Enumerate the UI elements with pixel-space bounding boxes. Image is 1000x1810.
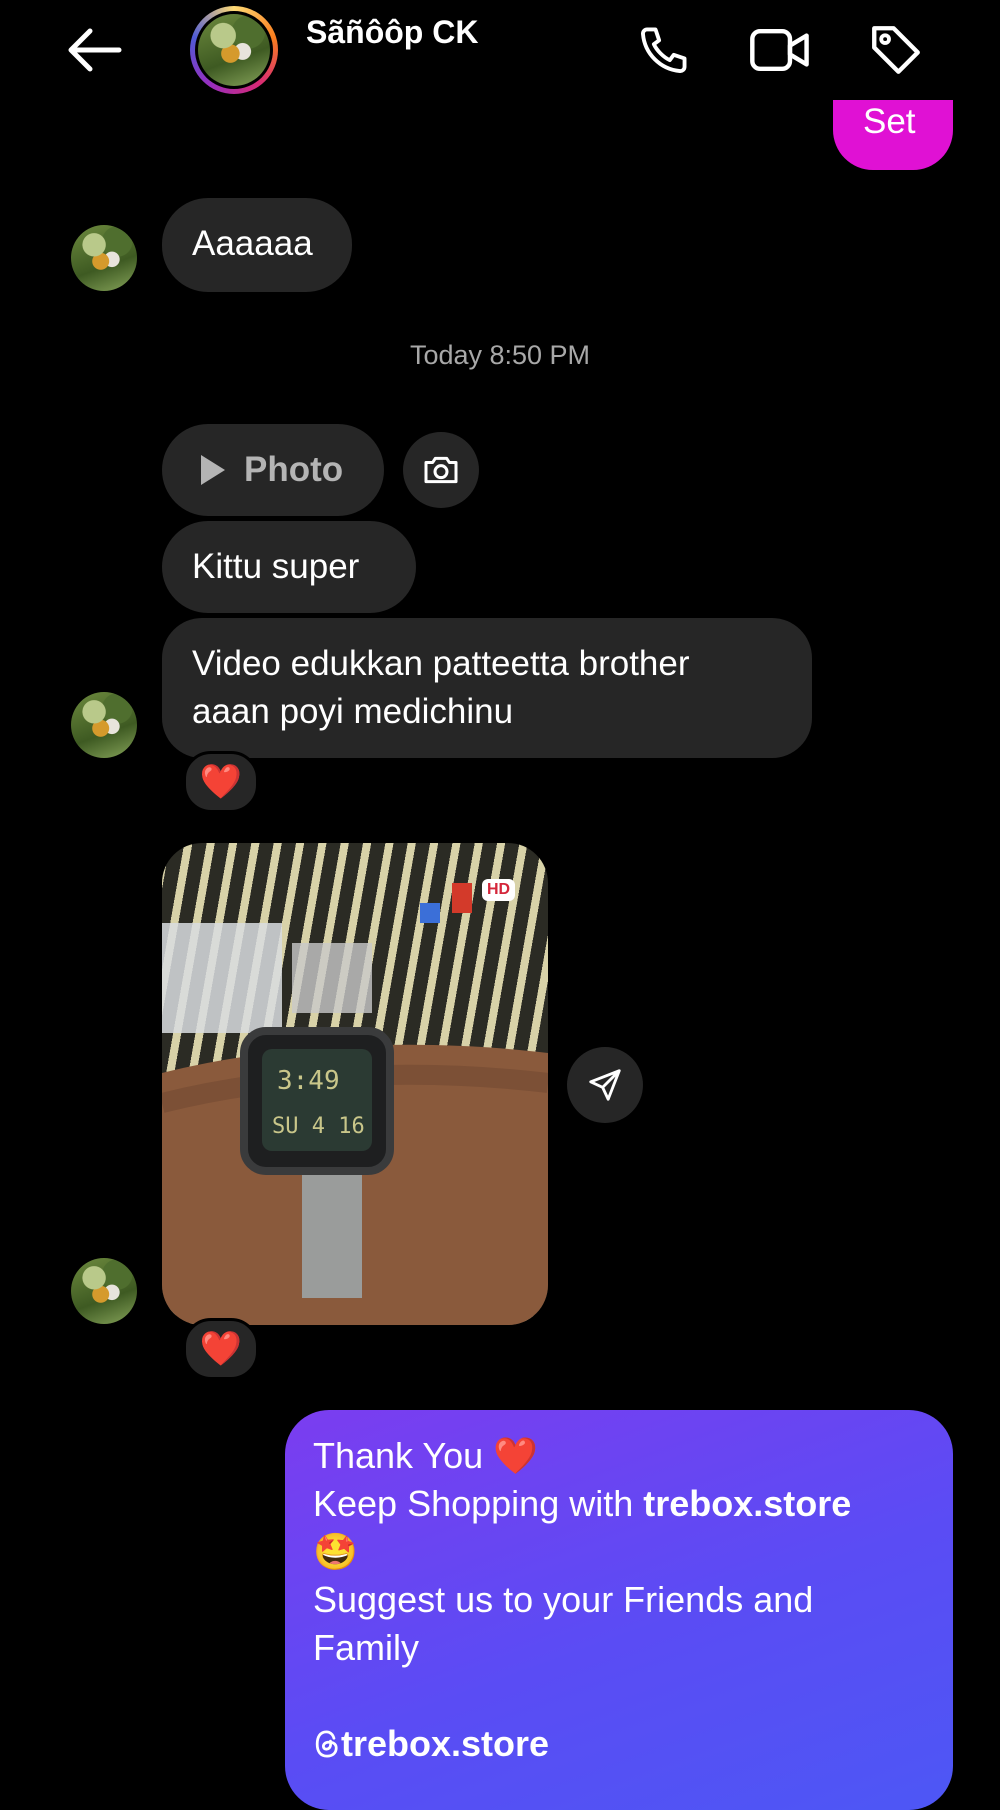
received-message[interactable]: Video edukkan patteetta brother aaan poy… <box>162 618 812 758</box>
video-call-button[interactable] <box>748 18 812 82</box>
camera-reply-button[interactable] <box>403 432 479 508</box>
sent-message[interactable]: Thank You ❤️ Keep Shopping with trebox.s… <box>285 1410 953 1810</box>
threads-icon <box>315 1730 338 1758</box>
tag-icon <box>872 26 920 74</box>
call-button[interactable] <box>632 18 696 82</box>
star-struck-emoji: 🤩 <box>313 1531 358 1572</box>
contact-name[interactable]: Sãñôôp CK <box>306 14 478 51</box>
send-icon <box>589 1069 621 1101</box>
received-message[interactable]: Kittu super <box>162 521 416 613</box>
back-button[interactable] <box>62 18 126 82</box>
heart-reaction[interactable]: ❤️ <box>183 1318 259 1380</box>
photo-reply-bubble[interactable]: Photo <box>162 424 384 516</box>
phone-icon <box>641 27 687 73</box>
mention-handle[interactable]: trebox.store <box>313 1720 925 1768</box>
heart-icon: ❤️ <box>199 1330 243 1368</box>
camera-icon <box>424 456 458 484</box>
heart-icon: ❤️ <box>199 763 243 801</box>
arrow-left-icon <box>68 28 122 72</box>
sender-avatar[interactable] <box>71 1258 137 1324</box>
svg-text:SU 4 16: SU 4 16 <box>272 1114 365 1139</box>
video-camera-icon <box>750 28 809 72</box>
play-icon <box>201 455 225 485</box>
hd-badge: HD <box>482 879 516 901</box>
received-message[interactable]: Aaaaaa <box>162 198 352 292</box>
sent-message-partial[interactable]: Set <box>833 100 953 170</box>
photo-message[interactable]: 3:49 SU 4 16 HD <box>162 843 548 1325</box>
sender-avatar[interactable] <box>71 225 137 291</box>
timestamp: Today 8:50 PM <box>409 340 591 370</box>
tag-button[interactable] <box>864 18 928 82</box>
svg-text:3:49: 3:49 <box>277 1066 340 1096</box>
share-button[interactable] <box>567 1047 643 1123</box>
sender-avatar[interactable] <box>71 692 137 758</box>
contact-avatar[interactable] <box>190 6 278 94</box>
watch-photo: 3:49 SU 4 16 <box>162 883 548 1325</box>
heart-reaction[interactable]: ❤️ <box>183 751 259 813</box>
